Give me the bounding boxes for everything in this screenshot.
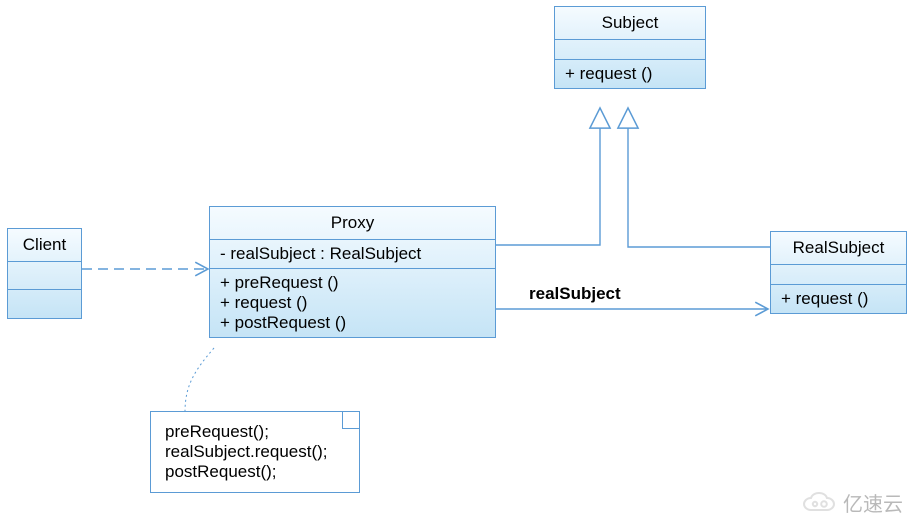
class-proxy-attrs: - realSubject : RealSubject [210,240,495,269]
class-client-ops [8,290,81,318]
class-proxy-ops: + preRequest () + request () + postReque… [210,269,495,337]
watermark: 亿速云 [801,488,903,517]
op-request: + request () [565,64,695,84]
note-line: realSubject.request(); [165,442,345,462]
assoc-label-realsubject: realSubject [529,284,621,304]
note-anchor [185,348,214,412]
generalization-proxy-subject [495,118,600,245]
op-request: + request () [781,289,896,309]
class-client-title: Client [8,229,81,262]
class-subject-attrs [555,40,705,60]
note-fold-icon [342,412,359,429]
class-subject-ops: + request () [555,60,705,88]
note-proxy-sequence: preRequest(); realSubject.request(); pos… [150,411,360,493]
class-proxy-title: Proxy [210,207,495,240]
class-client: Client [7,228,82,319]
class-subject: Subject + request () [554,6,706,89]
class-realsubject-title: RealSubject [771,232,906,265]
class-realsubject-ops: + request () [771,285,906,313]
class-client-attrs [8,262,81,290]
class-realsubject-attrs [771,265,906,285]
note-line: postRequest(); [165,462,345,482]
class-proxy: Proxy - realSubject : RealSubject + preR… [209,206,496,338]
op-postrequest: + postRequest () [220,313,485,333]
op-prerequest: + preRequest () [220,273,485,293]
cloud-icon [801,492,837,514]
generalization-realsubject-subject [628,118,770,247]
class-subject-title: Subject [555,7,705,40]
note-line: preRequest(); [165,422,345,442]
attr-realsubject: - realSubject : RealSubject [220,244,485,264]
op-request: + request () [220,293,485,313]
watermark-text: 亿速云 [843,488,903,517]
class-realsubject: RealSubject + request () [770,231,907,314]
